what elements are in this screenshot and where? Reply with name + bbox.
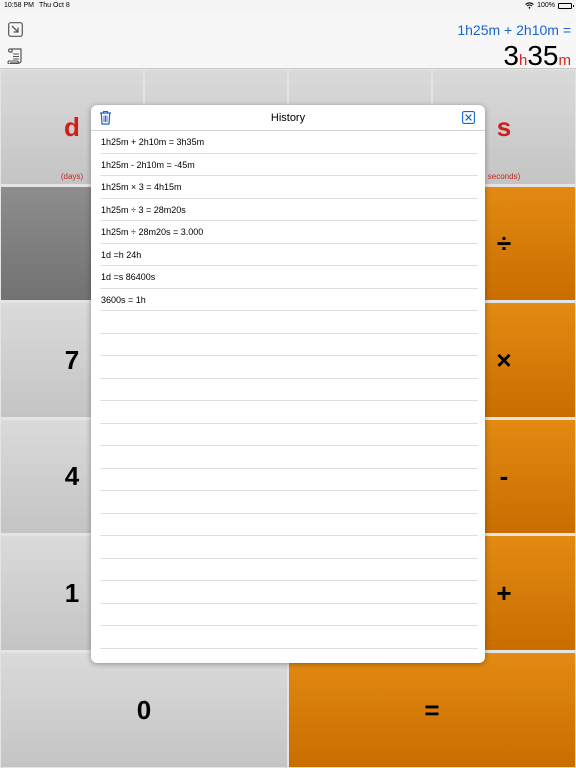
status-time: 10:58 PM bbox=[4, 2, 34, 9]
multiply-key-label: × bbox=[496, 344, 512, 375]
result-digits: 3 bbox=[503, 40, 519, 71]
history-row bbox=[100, 401, 478, 424]
history-row bbox=[100, 491, 478, 514]
one-key-label: 1 bbox=[64, 577, 80, 608]
equals-key[interactable]: = bbox=[289, 653, 575, 767]
seven-key-label: 7 bbox=[64, 344, 80, 375]
close-icon bbox=[462, 111, 475, 124]
history-row bbox=[100, 424, 478, 446]
result-value: 3 h 35 m bbox=[503, 40, 571, 72]
history-row bbox=[100, 469, 478, 491]
zero-key[interactable]: 0 bbox=[1, 653, 287, 767]
history-popover: History 1h25m + 2h10m = 3h35m 1h25m - 2h1… bbox=[91, 105, 485, 663]
seconds-key-sub: seconds) bbox=[487, 172, 521, 181]
history-list: 1h25m + 2h10m = 3h35m 1h25m - 2h10m = -45… bbox=[91, 131, 485, 649]
wifi-icon bbox=[525, 2, 534, 9]
zero-key-label: 0 bbox=[136, 694, 152, 725]
divide-key-label: ÷ bbox=[496, 228, 512, 258]
history-row bbox=[100, 514, 478, 536]
tape-button[interactable] bbox=[6, 46, 24, 64]
history-row[interactable]: 1d =s 86400s bbox=[100, 266, 478, 289]
history-row bbox=[100, 356, 478, 379]
minus-key-label: - bbox=[499, 461, 509, 491]
history-row bbox=[100, 581, 478, 604]
close-history-button[interactable] bbox=[462, 111, 475, 127]
history-row[interactable]: 1h25m × 3 = 4h15m bbox=[100, 176, 478, 199]
history-row bbox=[100, 559, 478, 581]
history-row[interactable]: 3600s = 1h bbox=[100, 289, 478, 311]
days-key-sub: (days) bbox=[60, 172, 84, 181]
status-bar: 10:58 PM Thu Oct 8 100% bbox=[0, 0, 576, 12]
trash-icon bbox=[100, 110, 111, 125]
history-row bbox=[100, 334, 478, 356]
calculator-display: 1h25m + 2h10m = 3 h 35 m bbox=[0, 12, 576, 72]
four-key-label: 4 bbox=[64, 461, 80, 491]
result-unit: m bbox=[558, 52, 572, 69]
history-row bbox=[100, 311, 478, 334]
history-row[interactable]: 1h25m ÷ 28m20s = 3.000 bbox=[100, 221, 478, 244]
battery-icon bbox=[558, 2, 574, 9]
history-row bbox=[100, 626, 478, 649]
equals-key-label: = bbox=[424, 694, 440, 725]
collapse-icon bbox=[7, 21, 23, 37]
collapse-button[interactable] bbox=[6, 20, 24, 38]
history-row[interactable]: 1h25m ÷ 3 = 28m20s bbox=[100, 199, 478, 221]
history-row bbox=[100, 379, 478, 401]
history-row[interactable]: 1h25m + 2h10m = 3h35m bbox=[100, 131, 478, 154]
history-header: History bbox=[91, 105, 485, 131]
history-row bbox=[100, 536, 478, 559]
days-key-label: d bbox=[64, 111, 80, 142]
history-row[interactable]: 1d =h 24h bbox=[100, 244, 478, 266]
clear-history-button[interactable] bbox=[99, 110, 112, 128]
history-row bbox=[100, 446, 478, 469]
history-row bbox=[100, 604, 478, 626]
seconds-key-label: s bbox=[496, 111, 512, 142]
battery-percent: 100% bbox=[537, 2, 555, 9]
plus-key-label: + bbox=[496, 577, 512, 608]
status-date: Thu Oct 8 bbox=[39, 2, 70, 9]
expression-text: 1h25m + 2h10m = bbox=[457, 22, 571, 38]
history-row[interactable]: 1h25m - 2h10m = -45m bbox=[100, 154, 478, 176]
result-digits: 35 bbox=[527, 40, 559, 71]
result-unit: h bbox=[519, 52, 528, 69]
history-title: History bbox=[270, 111, 306, 124]
tape-icon bbox=[7, 47, 22, 64]
status-right: 100% bbox=[525, 2, 574, 9]
